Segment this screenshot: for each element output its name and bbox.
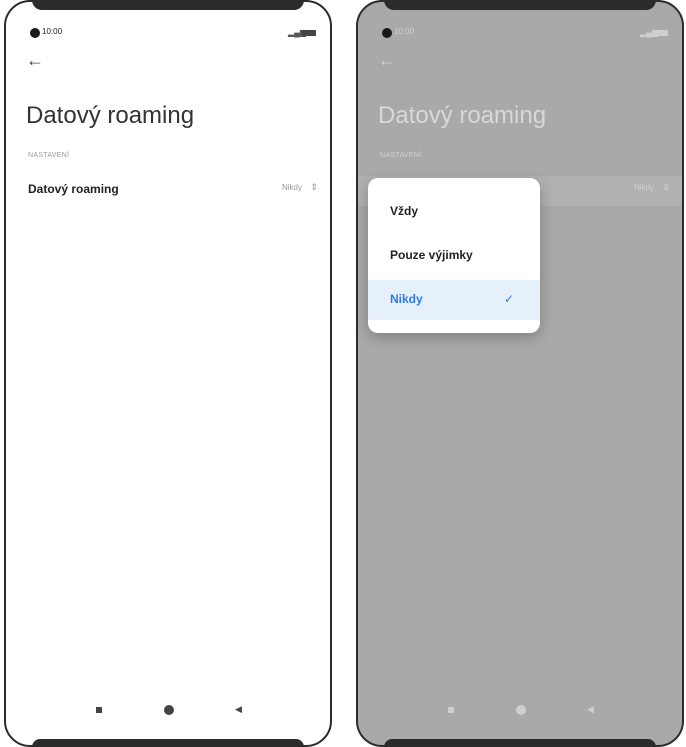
status-time: 10:00 [42,27,63,36]
recent-apps-icon[interactable] [96,707,102,713]
home-icon[interactable] [516,705,526,715]
back-arrow-icon[interactable]: ← [378,50,396,71]
option-label: Pouze výjimky [390,248,473,262]
setting-label: Datový roaming [28,182,119,196]
nav-bar: ◀ [6,703,330,719]
phone-bezel-bottom [383,739,657,745]
phone-screen-left: 10:00 ▂▄▆ ← Datový roaming NASTAVENÍ Dat… [4,0,332,747]
setting-value: Nikdy [281,183,302,192]
phone-bezel-bottom [31,739,305,745]
check-icon: ✓ [503,292,514,306]
phone-bezel-top [31,2,305,10]
page-title: Datový roaming [26,102,195,129]
phone-screen-right: 10:00 ▂▄▆ ← Datový roaming NASTAVENÍ Nik… [356,0,684,747]
recent-apps-icon[interactable] [448,707,454,713]
section-header: NASTAVENÍ [380,152,422,159]
option-item-vzdy[interactable]: Vždy [368,192,540,232]
chevron-updown-icon: ⇕ [310,182,318,192]
options-dropdown: Vždy Pouze výjimky Nikdy ✓ [368,178,540,333]
section-header: NASTAVENÍ [28,152,70,159]
option-label: Vždy [390,204,419,218]
status-time: 10:00 [394,27,415,36]
camera-icon [30,28,40,38]
page-title: Datový roaming [378,102,547,129]
option-item-nikdy[interactable]: Nikdy ✓ [368,280,540,320]
nav-back-icon[interactable]: ◀ [587,704,594,715]
nav-back-icon[interactable]: ◀ [235,704,242,715]
status-bar: 10:00 ▂▄▆ [30,26,316,42]
setting-value: Nikdy [633,183,654,192]
chevron-updown-icon: ⇕ [662,182,670,192]
status-bar: 10:00 ▂▄▆ [382,26,668,42]
back-arrow-icon[interactable]: ← [26,50,44,71]
phone-bezel-top [383,2,657,10]
option-label: Nikdy [390,292,423,306]
battery-icon [302,30,316,36]
camera-icon [382,28,392,38]
battery-icon [654,30,668,36]
home-icon[interactable] [164,705,174,715]
option-item-pouze-vyjimky[interactable]: Pouze výjimky [368,236,540,276]
nav-bar: ◀ [358,703,682,719]
setting-row-data-roaming[interactable]: Datový roaming Nikdy ⇕ [6,176,330,206]
